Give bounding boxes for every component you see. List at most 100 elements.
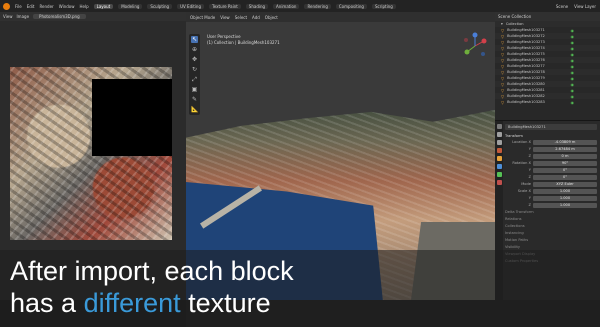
tab-layout[interactable]: Layout: [93, 3, 114, 9]
rotation-y-field[interactable]: 0°: [533, 167, 597, 173]
menu-window[interactable]: Window: [59, 4, 75, 9]
visibility-icon[interactable]: ◉: [571, 28, 575, 33]
rotation-z-label: Z: [528, 175, 531, 179]
tab-sculpting[interactable]: Sculpting: [147, 3, 173, 9]
visibility-icon[interactable]: ◉: [571, 100, 575, 105]
location-x-field[interactable]: -4.03809 m: [533, 139, 597, 145]
scale-label: Scale X: [517, 189, 531, 193]
outliner-item-label: BuildingMesh103271: [507, 28, 545, 32]
object-tab-icon[interactable]: [496, 156, 502, 161]
location-y-field[interactable]: 2.67484 m: [533, 146, 597, 152]
scale-x-row: Scale X 1.000: [505, 188, 597, 194]
image-editor-menu-image[interactable]: Image: [17, 14, 30, 19]
select-cursor-icon[interactable]: ↖: [191, 36, 198, 43]
tab-uv-editing[interactable]: UV Editing: [177, 3, 204, 9]
visibility-icon[interactable]: ◉: [571, 40, 575, 45]
modifier-tab-icon[interactable]: [496, 164, 502, 169]
scale-z-field[interactable]: 1.000: [533, 202, 597, 208]
material-tab-icon[interactable]: [496, 180, 502, 185]
outliner-item[interactable]: ▽ BuildingMesh103283 ◉: [495, 99, 600, 105]
outliner-item-label: BuildingMesh103282: [507, 94, 545, 98]
viewport-menu-add[interactable]: Add: [252, 15, 260, 20]
collections-section[interactable]: Collections: [505, 223, 597, 230]
blender-logo-icon[interactable]: [3, 2, 10, 10]
texture-empty-region: [92, 79, 172, 156]
move-icon[interactable]: ✥: [191, 56, 198, 63]
tab-texture-paint[interactable]: Texture Paint: [208, 3, 241, 9]
visibility-icon[interactable]: ◉: [571, 58, 575, 63]
tab-rendering[interactable]: Rendering: [304, 3, 331, 9]
viewport-menu-object[interactable]: Object: [265, 15, 278, 20]
render-tab-icon[interactable]: [496, 132, 502, 137]
image-editor-menu-view[interactable]: View: [3, 14, 13, 19]
top-bar: File Edit Render Window Help Layout Mode…: [0, 0, 600, 12]
navigation-gizmo-icon[interactable]: [461, 32, 489, 60]
rotation-mode-dropdown[interactable]: XYZ Euler: [533, 181, 597, 187]
caption-line-1: After import, each block: [10, 256, 294, 286]
object-name-field[interactable]: BuildingMesh103271: [505, 124, 597, 130]
cursor-3d-icon[interactable]: ⊕: [191, 46, 198, 53]
scale-y-field[interactable]: 1.000: [533, 195, 597, 201]
mesh-icon: ▽: [501, 99, 505, 105]
tab-modeling[interactable]: Modeling: [118, 3, 143, 9]
location-z-field[interactable]: 0 m: [533, 153, 597, 159]
visibility-icon[interactable]: ◉: [571, 82, 575, 87]
object-mode-dropdown[interactable]: Object Mode: [190, 15, 215, 20]
menu-edit[interactable]: Edit: [27, 4, 35, 9]
outliner-item-label: BuildingMesh103276: [507, 58, 545, 62]
rotation-x-field[interactable]: 90°: [533, 160, 597, 166]
visibility-icon[interactable]: ◉: [571, 76, 575, 81]
measure-icon[interactable]: 📐: [191, 106, 198, 113]
location-z-label: Z: [528, 154, 531, 158]
rotation-x-row: Rotation X 90°: [505, 160, 597, 166]
location-y-label: Y: [528, 147, 531, 151]
visibility-icon[interactable]: ◉: [571, 70, 575, 75]
motion-paths-section[interactable]: Motion Paths: [505, 237, 597, 244]
tab-compositing[interactable]: Compositing: [335, 3, 367, 9]
viewport-menu-select[interactable]: Select: [235, 15, 247, 20]
scene-tab-icon[interactable]: [496, 148, 502, 153]
view-layer-selector[interactable]: View Layer: [574, 4, 596, 9]
scale-x-field[interactable]: 1.000: [533, 188, 597, 194]
menu-file[interactable]: File: [15, 4, 22, 9]
delta-transform-section[interactable]: Delta Transform: [505, 209, 597, 216]
caption-line-2: has a different texture: [10, 288, 271, 319]
visibility-icon[interactable]: ◉: [571, 52, 575, 57]
mesh-icon: ▽: [501, 87, 505, 93]
outliner-item-label: BuildingMesh103281: [507, 88, 545, 92]
mesh-icon: ▽: [501, 27, 505, 33]
mesh-icon: ▽: [501, 39, 505, 45]
viewport-menu-view[interactable]: View: [220, 15, 230, 20]
tab-scripting[interactable]: Scripting: [371, 3, 396, 9]
active-object-label: (1) Collection | BuildingMesh103271: [207, 40, 280, 45]
scene-selector[interactable]: Scene: [556, 4, 568, 9]
annotate-icon[interactable]: ✎: [191, 96, 198, 103]
menu-render[interactable]: Render: [39, 4, 53, 9]
tab-shading[interactable]: Shading: [245, 3, 269, 9]
properties-body: BuildingMesh103271 Transform Location X …: [505, 124, 597, 265]
visibility-icon[interactable]: ◉: [571, 94, 575, 99]
visibility-icon[interactable]: ◉: [571, 34, 575, 39]
menu-help[interactable]: Help: [79, 4, 88, 9]
viewport-info: User Perspective (1) Collection | Buildi…: [207, 34, 280, 46]
outliner-item-label: BuildingMesh103272: [507, 34, 545, 38]
tool-tab-icon[interactable]: [496, 124, 502, 129]
mesh-icon: ▽: [501, 57, 505, 63]
rotate-icon[interactable]: ↻: [191, 66, 198, 73]
outliner-item-label: BuildingMesh103280: [507, 82, 545, 86]
output-tab-icon[interactable]: [496, 140, 502, 145]
data-tab-icon[interactable]: [496, 172, 502, 177]
rotation-z-field[interactable]: 0°: [533, 174, 597, 180]
visibility-icon[interactable]: ◉: [571, 64, 575, 69]
image-selector[interactable]: Photorealism3D.png: [33, 14, 86, 19]
relations-section[interactable]: Relations: [505, 216, 597, 223]
visibility-icon[interactable]: ◉: [571, 88, 575, 93]
scale-icon[interactable]: ⤢: [191, 76, 198, 83]
outliner-header: Scene Collection: [495, 12, 600, 21]
mesh-icon: ▽: [501, 51, 505, 57]
mesh-icon: ▽: [501, 75, 505, 81]
transform-icon[interactable]: ▣: [191, 86, 198, 93]
visibility-icon[interactable]: ◉: [571, 46, 575, 51]
instancing-section[interactable]: Instancing: [505, 230, 597, 237]
tab-animation[interactable]: Animation: [273, 3, 300, 9]
